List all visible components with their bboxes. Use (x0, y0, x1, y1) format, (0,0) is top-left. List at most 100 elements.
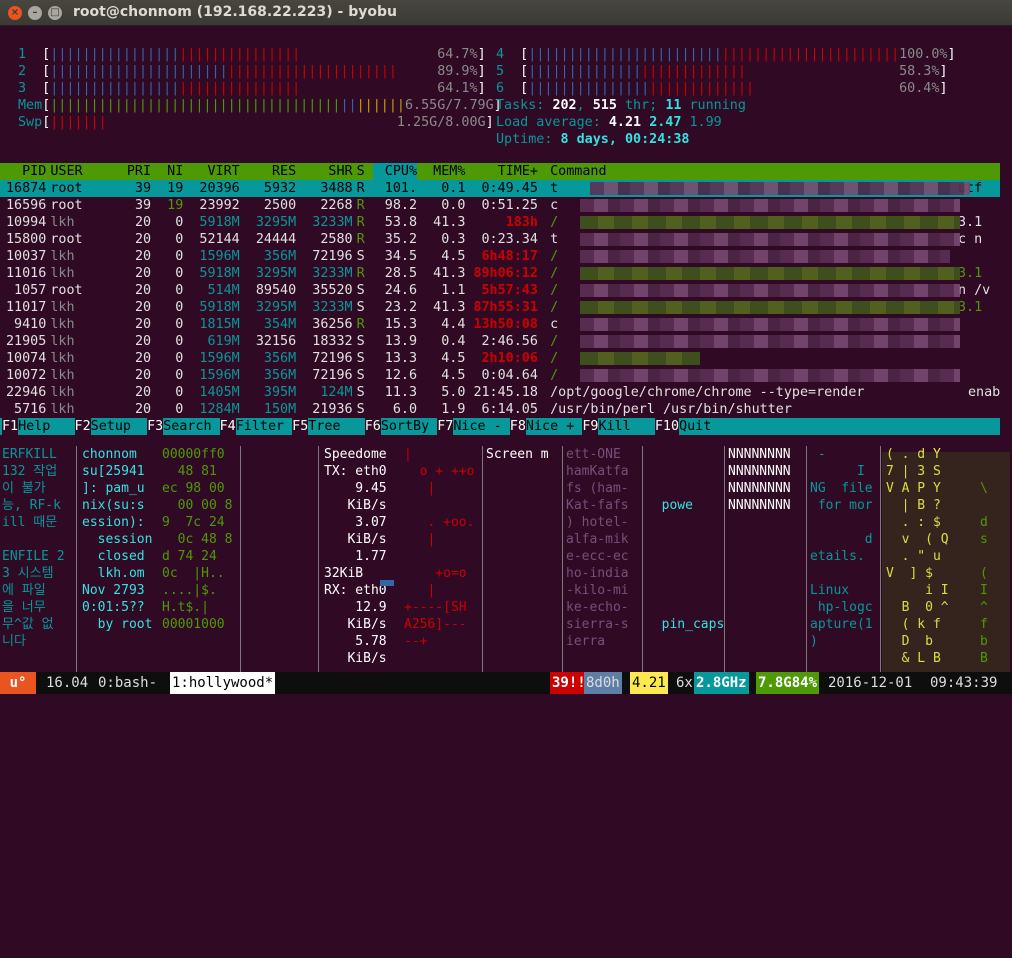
column-header-user[interactable]: USER (50, 163, 118, 180)
column-header-command[interactable]: Command (550, 163, 876, 180)
panel-line: 무^값 없 (2, 617, 54, 632)
close-window-button[interactable]: × (8, 6, 22, 20)
fkey-label-sortby[interactable]: SortBy (381, 418, 429, 435)
cell-s: R (356, 317, 365, 332)
minimize-window-button[interactable]: – (28, 6, 42, 20)
panel-line (646, 582, 724, 599)
terminal-area[interactable]: 1 [||||||||||||||||||||||||||||||| 64.7%… (0, 26, 1012, 672)
fkey-label-nice[interactable]: Nice - (453, 418, 501, 435)
column-header-shr[interactable]: SHR (300, 163, 352, 180)
cpu-count: 6x (676, 675, 693, 691)
table-row[interactable]: 10074 lkh 20 0 1596M 356M 72196 S 13.3 4.5 2h10:06… (0, 350, 1000, 367)
cell-virt: 1596M (199, 249, 240, 264)
panel-line (404, 497, 482, 514)
redacted-command (580, 301, 960, 314)
panel-line: ENFILE 2 (2, 549, 65, 564)
panel-line: 5.78 (324, 634, 387, 649)
cell-cpu: 15.3 (384, 317, 418, 332)
cell-time: 89h06:12 (473, 266, 538, 281)
panel-line: KiB/s (324, 532, 387, 547)
cpu-meter-label: 4 (496, 47, 505, 62)
cell-pid: 9410 (14, 317, 47, 332)
fkey-label-nice[interactable]: Nice + (526, 418, 574, 435)
cpu-meter-value: 58.3% (899, 64, 940, 79)
fkey-label-search[interactable]: Search (163, 418, 211, 435)
maximize-window-button[interactable]: □ (48, 6, 62, 20)
panel-line: alfa-mik (566, 532, 629, 547)
cell-time: 6:14.05 (481, 402, 538, 417)
cell-cpu: 13.3 (384, 351, 418, 366)
column-header-mem[interactable]: MEM% (421, 163, 465, 180)
cell-pri: 20 (134, 317, 152, 332)
cell-time: 2:46.56 (481, 334, 538, 349)
cell-pid: 11016 (5, 266, 47, 281)
panel-divider (642, 446, 643, 672)
cell-virt: 619M (207, 334, 240, 349)
cell-user: lkh (50, 351, 75, 366)
cell-virt: 1596M (199, 368, 240, 383)
column-header-pri[interactable]: PRI (123, 163, 151, 180)
bracket: [ (504, 81, 529, 96)
table-row[interactable]: 5716 lkh 20 0 1284M 150M 21936 S 6.0 1.9 6:14.05/u… (0, 401, 1000, 418)
panel-p2: chonnom su[25941]: pam_u nix(su:s ession): … (82, 446, 162, 672)
load-1: 4.21 (608, 115, 650, 130)
redacted-command (580, 233, 960, 246)
redacted-command (580, 199, 960, 212)
cpu-meter-value: 60.4% (899, 81, 940, 96)
fkey-label-help[interactable]: Help (18, 418, 50, 435)
mem-meter: Mem[||||||||||||||||||||||||||||||||||||… (18, 97, 502, 114)
fkey-f1: F1 (2, 418, 19, 435)
cell-mem: 0.3 (441, 232, 466, 247)
cell-mem: 41.3 (433, 300, 466, 315)
panel-line: o + ++o (404, 464, 475, 479)
release-version: 16.04 (46, 675, 89, 691)
panel-p7: ett-ONE hamKatfa fs (ham- Kat-fafs) hotel-a… (566, 446, 642, 672)
fkey-label-quit[interactable]: Quit (679, 418, 711, 435)
cell-s: S (356, 385, 365, 400)
column-header-cpu[interactable]: CPU% (372, 163, 418, 180)
cpu-meter-value: 100.0% (899, 47, 948, 62)
column-header-virt[interactable]: VIRT (187, 163, 239, 180)
mem-bar-cache: |||||| (356, 98, 405, 113)
panel-line: d 74 24 (162, 549, 217, 564)
cell-s: R (356, 215, 365, 230)
cell-s: S (356, 351, 365, 366)
column-header-s[interactable]: S (357, 163, 369, 180)
panel-line: 0c 48 8 (162, 532, 233, 547)
window-tab-0[interactable]: 0:bash- (96, 672, 159, 694)
table-row[interactable]: 22946 lkh 20 0 1405M 395M 124M S 11.3 5.0 21:45.18… (0, 384, 1000, 401)
bracket: ] (485, 115, 494, 130)
swp-value: 1.25G/8.00G (396, 115, 486, 130)
column-header-pid[interactable]: PID (2, 163, 46, 180)
cpu-meter-label: 3 (18, 81, 27, 96)
cell-pri: 20 (134, 368, 152, 383)
fkey-label-tree[interactable]: Tree (308, 418, 340, 435)
cpu-meter-label: 1 (18, 47, 27, 62)
cell-user: root (50, 181, 83, 196)
bracket: [ (504, 47, 529, 62)
panel-line: ession): (82, 515, 145, 530)
window-tab-1-active[interactable]: 1:hollywood* (170, 672, 276, 694)
cell-time: 0:49.45 (481, 181, 538, 196)
panel-line: session (82, 532, 153, 547)
fkey-label-filter[interactable]: Filter (236, 418, 284, 435)
fkey-label-setup[interactable]: Setup (91, 418, 131, 435)
column-header-time[interactable]: TIME+ (469, 163, 538, 180)
cell-user: lkh (50, 249, 75, 264)
fkey-label-kill[interactable]: Kill (598, 418, 630, 435)
column-header-res[interactable]: RES (244, 163, 296, 180)
cell-time: 0:04.64 (481, 368, 538, 383)
cell-command: /usr/bin/perl /usr/bin/shutter (550, 402, 792, 417)
threads-count: 515 (592, 98, 617, 113)
cell-user: lkh (50, 334, 75, 349)
command-tail: enab (968, 385, 1001, 400)
bracket: ] (939, 64, 948, 79)
panel-line: ke-echo- (566, 600, 629, 615)
column-header-ni[interactable]: NI (155, 163, 183, 180)
panel-line: 니다 (2, 634, 26, 649)
cell-shr: 124M (320, 385, 353, 400)
cell-ni: 19 (167, 198, 184, 213)
swp-label: Swp (18, 115, 43, 130)
cell-user: lkh (50, 317, 75, 332)
load-badge: 4.21 (630, 672, 668, 694)
